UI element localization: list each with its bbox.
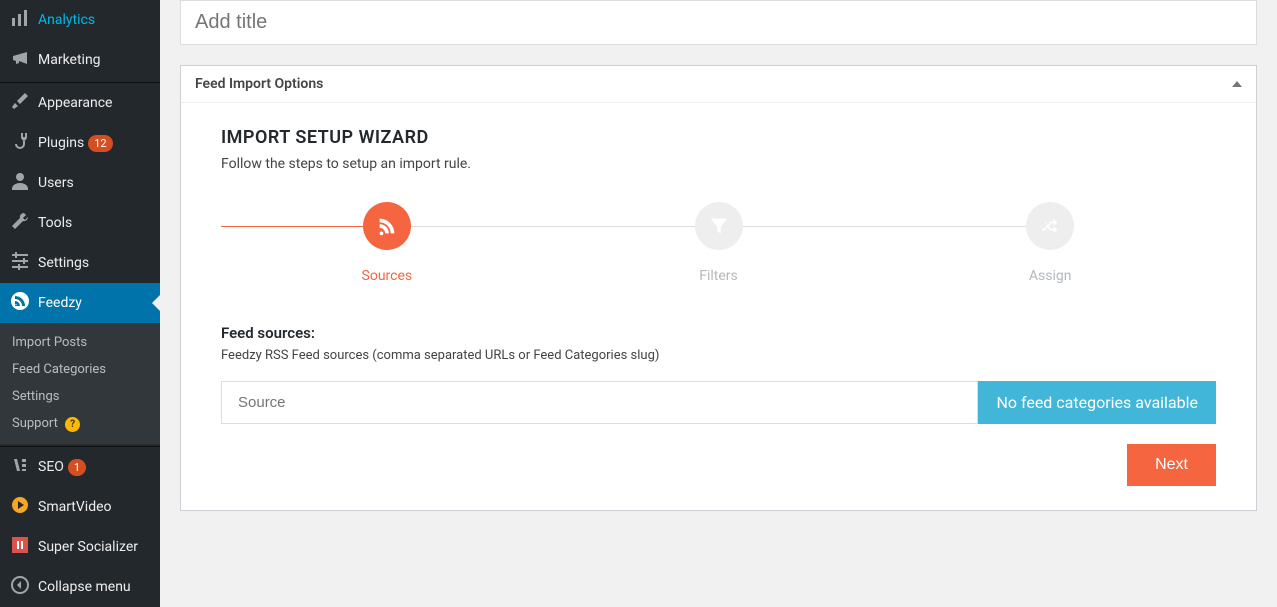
wizard-subtitle: Follow the steps to setup an import rule…	[221, 156, 1216, 172]
menu-item-settings[interactable]: Settings	[0, 243, 160, 283]
feed-sources-title: Feed sources:	[221, 324, 1216, 342]
badge: 12	[88, 135, 112, 152]
shuffle-icon	[1026, 202, 1074, 250]
menu-item-smartvideo[interactable]: SmartVideo	[0, 487, 160, 527]
menu-label: SmartVideo	[38, 499, 112, 515]
submenu-item-feed-categories[interactable]: Feed Categories	[0, 356, 160, 383]
source-row: No feed categories available	[221, 381, 1216, 424]
submenu-item-settings[interactable]: Settings	[0, 383, 160, 410]
megaphone-icon	[10, 48, 38, 72]
menu-item-analytics[interactable]: Analytics	[0, 0, 160, 40]
menu-label: Super Socializer	[38, 539, 138, 555]
step-label: Sources	[362, 268, 413, 284]
smartvideo-icon	[10, 495, 38, 519]
menu-item-feedzy[interactable]: Feedzy	[0, 283, 160, 323]
feed-import-panel: Feed Import Options IMPORT SETUP WIZARD …	[180, 65, 1257, 511]
wrench-icon	[10, 211, 38, 235]
menu-label: Plugins	[38, 135, 84, 151]
rss-icon	[363, 202, 411, 250]
menu-label: Appearance	[38, 95, 112, 111]
socializer-icon	[10, 535, 38, 559]
panel-header[interactable]: Feed Import Options	[181, 66, 1256, 103]
menu-item-super-socializer[interactable]: Super Socializer	[0, 527, 160, 567]
help-icon: ?	[65, 417, 80, 432]
submenu: Import PostsFeed CategoriesSettingsSuppo…	[0, 323, 160, 444]
no-categories-button[interactable]: No feed categories available	[978, 381, 1216, 424]
user-icon	[10, 171, 38, 195]
menu-label: SEO	[38, 459, 64, 475]
submenu-item-import-posts[interactable]: Import Posts	[0, 329, 160, 356]
bars-icon	[10, 8, 38, 32]
menu-label: Users	[38, 175, 74, 191]
wizard-steps: Sources Filters Assign	[221, 202, 1216, 284]
feedzy-icon	[10, 291, 38, 315]
step-label: Assign	[1029, 268, 1072, 284]
main-content: Feed Import Options IMPORT SETUP WIZARD …	[160, 0, 1277, 569]
step-label: Filters	[699, 268, 738, 284]
brush-icon	[10, 91, 38, 115]
menu-label: Marketing	[38, 52, 101, 68]
admin-sidebar: Analytics Marketing Appearance Plugins12 Use…	[0, 0, 160, 569]
menu-item-marketing[interactable]: Marketing	[0, 40, 160, 80]
caret-up-icon	[1232, 81, 1242, 87]
menu-item-plugins[interactable]: Plugins12	[0, 123, 160, 163]
menu-label: Analytics	[38, 12, 95, 28]
sliders-icon	[10, 251, 38, 275]
panel-body: IMPORT SETUP WIZARD Follow the steps to …	[181, 103, 1256, 510]
step-filters[interactable]: Filters	[553, 202, 885, 284]
feed-sources-subtitle: Feedzy RSS Feed sources (comma separated…	[221, 348, 1216, 363]
menu-label: Collapse menu	[38, 579, 131, 595]
menu-label: Tools	[38, 215, 72, 231]
badge: 1	[68, 459, 86, 476]
menu-item-tools[interactable]: Tools	[0, 203, 160, 243]
title-input[interactable]	[180, 0, 1257, 45]
source-input[interactable]	[221, 381, 978, 424]
seo-icon	[10, 455, 38, 479]
menu-item-appearance[interactable]: Appearance	[0, 83, 160, 123]
step-sources[interactable]: Sources	[221, 202, 553, 284]
step-assign[interactable]: Assign	[884, 202, 1216, 284]
menu-label: Settings	[38, 255, 89, 271]
wizard-title: IMPORT SETUP WIZARD	[221, 127, 1216, 148]
menu-item-collapse-menu[interactable]: Collapse menu	[0, 567, 160, 607]
menu-item-seo[interactable]: SEO1	[0, 447, 160, 487]
submenu-item-support[interactable]: Support ?	[0, 410, 160, 438]
next-button[interactable]: Next	[1127, 444, 1216, 486]
plug-icon	[10, 131, 38, 155]
menu-item-users[interactable]: Users	[0, 163, 160, 203]
menu-label: Feedzy	[38, 295, 82, 311]
collapse-icon	[10, 575, 38, 599]
panel-title: Feed Import Options	[195, 76, 323, 92]
funnel-icon	[695, 202, 743, 250]
